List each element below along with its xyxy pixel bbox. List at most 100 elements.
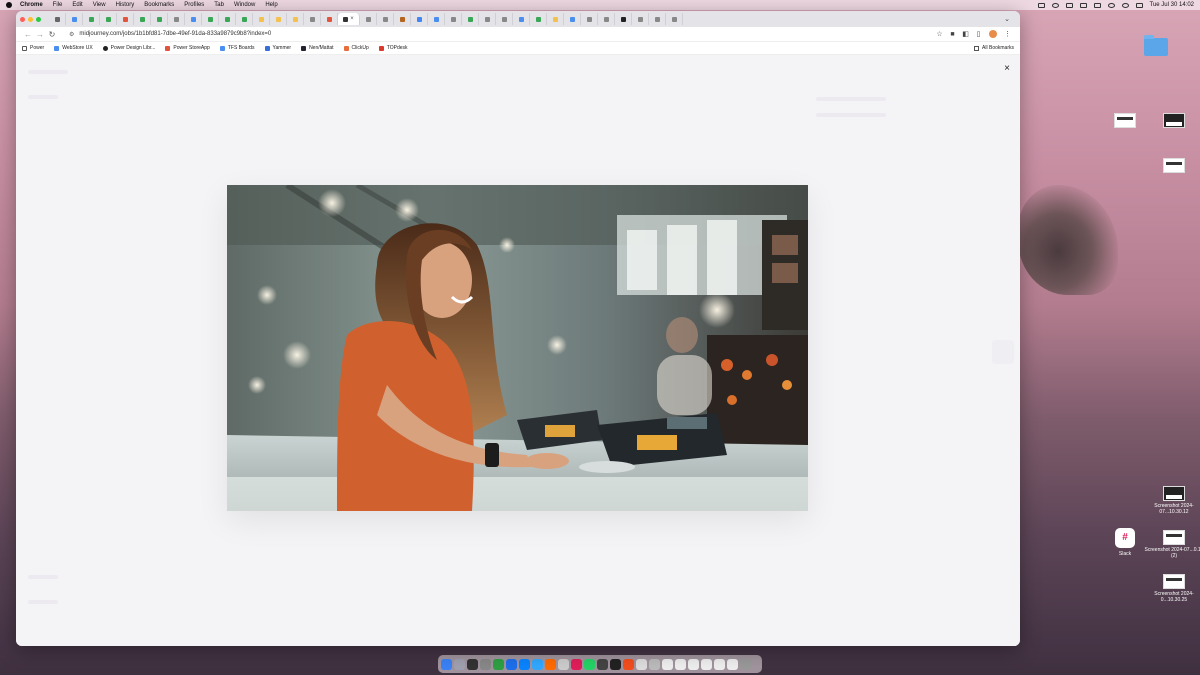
desktop-screenshot[interactable]	[1144, 158, 1200, 175]
browser-tab[interactable]	[530, 13, 547, 25]
status-icon[interactable]	[1065, 2, 1073, 8]
app-icon[interactable]	[649, 658, 660, 670]
clock[interactable]: Tue Jul 30 14:02	[1150, 2, 1194, 8]
site-info-icon[interactable]: ⚙	[69, 31, 74, 38]
menu-view[interactable]: View	[93, 2, 106, 8]
app-icon[interactable]	[610, 658, 621, 670]
menu-history[interactable]: History	[116, 2, 135, 8]
menu-edit[interactable]: Edit	[72, 2, 82, 8]
menu-bookmarks[interactable]: Bookmarks	[144, 2, 174, 8]
menu-window[interactable]: Window	[234, 2, 255, 8]
browser-tab[interactable]	[304, 13, 321, 25]
generated-image[interactable]	[227, 185, 808, 511]
trash-icon[interactable]	[740, 658, 751, 670]
whatsapp-icon[interactable]	[584, 658, 595, 670]
illustrator-icon[interactable]	[545, 658, 556, 670]
browser-tab[interactable]	[66, 13, 83, 25]
launchpad-icon[interactable]	[454, 658, 465, 670]
desktop-screenshot[interactable]: Screenshot 2024-0...10.30.25	[1144, 574, 1200, 603]
desktop-folder[interactable]	[1126, 35, 1186, 58]
bookmark-item[interactable]: Yammer	[264, 45, 291, 51]
window-thumb-icon[interactable]	[701, 658, 712, 670]
status-icon[interactable]	[1037, 2, 1045, 8]
extension-icon[interactable]: ■	[946, 31, 959, 38]
browser-tab[interactable]	[270, 13, 287, 25]
back-button[interactable]: ←	[22, 30, 34, 39]
window-thumb-icon[interactable]	[675, 658, 686, 670]
browser-tab[interactable]	[598, 13, 615, 25]
browser-tab[interactable]	[411, 13, 428, 25]
browser-tab[interactable]	[615, 13, 632, 25]
app-icon[interactable]	[636, 658, 647, 670]
app-icon[interactable]	[558, 658, 569, 670]
desktop-screenshot[interactable]: Screenshot 2024-07...10.30.12	[1144, 486, 1200, 515]
desktop-screenshot[interactable]	[1144, 113, 1200, 130]
next-image-button[interactable]	[992, 340, 1014, 364]
browser-tab[interactable]	[168, 13, 185, 25]
browser-tab[interactable]	[496, 13, 513, 25]
bookmark-item[interactable]: WebStore UX	[54, 45, 93, 51]
browser-tab[interactable]	[428, 13, 445, 25]
window-thumb-icon[interactable]	[727, 658, 738, 670]
app-icon[interactable]	[506, 658, 517, 670]
browser-tab[interactable]	[479, 13, 496, 25]
bookmark-item[interactable]: Power	[22, 45, 44, 51]
app-icon[interactable]	[571, 658, 582, 670]
browser-tab[interactable]	[649, 13, 666, 25]
bookmark-item[interactable]: TOPdesk	[378, 45, 408, 51]
bookmark-item[interactable]: Power StoreApp	[165, 45, 210, 51]
browser-tab[interactable]	[185, 13, 202, 25]
browser-tab[interactable]	[287, 13, 304, 25]
browser-tab[interactable]	[253, 13, 270, 25]
photoshop-icon[interactable]	[532, 658, 543, 670]
browser-tab-active[interactable]: ×	[338, 13, 360, 25]
browser-tab[interactable]	[547, 13, 564, 25]
browser-tab[interactable]	[100, 13, 117, 25]
app-icon[interactable]	[467, 658, 478, 670]
keyboard-icon[interactable]	[1079, 2, 1087, 8]
menu-file[interactable]: File	[53, 2, 63, 8]
browser-tab[interactable]	[134, 13, 151, 25]
chrome-icon[interactable]	[493, 658, 504, 670]
search-icon[interactable]	[1121, 2, 1129, 8]
browser-tab[interactable]	[462, 13, 479, 25]
zoom-window-button[interactable]	[36, 16, 41, 22]
desktop-screenshot[interactable]: Screenshot 2024-07...0.12 (2)	[1144, 530, 1200, 559]
address-bar[interactable]: ⚙ midjourney.com/jobs/1b1bfd81-7dbe-49ef…	[64, 28, 927, 40]
profile-avatar[interactable]	[989, 30, 997, 38]
browser-tab[interactable]	[151, 13, 168, 25]
browser-tab[interactable]	[49, 13, 66, 25]
browser-tab[interactable]	[360, 13, 377, 25]
extensions-puzzle-icon[interactable]: ◧	[959, 30, 972, 38]
browser-tab[interactable]	[202, 13, 219, 25]
browser-tab[interactable]	[581, 13, 598, 25]
tab-close-icon[interactable]: ×	[350, 16, 354, 22]
close-window-button[interactable]	[20, 16, 25, 22]
bookmark-item[interactable]: Power Design Libr...	[102, 45, 155, 51]
bookmark-item[interactable]: ClickUp	[343, 45, 369, 51]
browser-tab[interactable]	[445, 13, 462, 25]
menu-kebab-icon[interactable]: ⋮	[1001, 30, 1014, 38]
sidebar-icon[interactable]: ▯	[972, 30, 985, 38]
app-icon[interactable]	[480, 658, 491, 670]
all-bookmarks[interactable]: All Bookmarks	[974, 45, 1014, 51]
app-icon[interactable]	[597, 658, 608, 670]
browser-tab[interactable]	[236, 13, 253, 25]
browser-tab[interactable]	[321, 13, 338, 25]
control-center-icon[interactable]	[1135, 2, 1143, 8]
browser-tab[interactable]	[666, 13, 683, 25]
browser-tab[interactable]	[377, 13, 394, 25]
browser-tab[interactable]	[83, 13, 100, 25]
menu-help[interactable]: Help	[265, 2, 277, 8]
menu-app-chrome[interactable]: Chrome	[20, 2, 43, 8]
browser-tab[interactable]	[219, 13, 236, 25]
bookmark-item[interactable]: TFS Boards	[219, 45, 255, 51]
bookmark-item[interactable]: Nen/Mattat	[301, 45, 334, 51]
forward-button[interactable]: →	[34, 30, 46, 39]
window-thumb-icon[interactable]	[688, 658, 699, 670]
window-thumb-icon[interactable]	[662, 658, 673, 670]
app-icon[interactable]	[519, 658, 530, 670]
tab-search-chevron-icon[interactable]: ⌄	[1004, 15, 1010, 23]
wifi-icon[interactable]	[1107, 2, 1115, 8]
browser-tab[interactable]	[632, 13, 649, 25]
